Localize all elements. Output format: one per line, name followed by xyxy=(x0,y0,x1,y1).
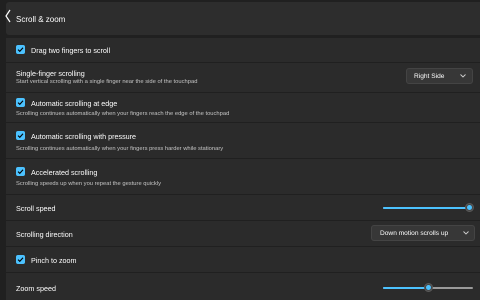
scroll-direction-label: Scrolling direction xyxy=(16,230,73,239)
single-finger-title: Single-finger scrolling xyxy=(16,69,85,78)
accelerated-row[interactable]: Accelerated scrolling Scrolling speeds u… xyxy=(6,159,480,194)
auto-pressure-checkbox[interactable] xyxy=(16,131,25,140)
scroll-direction-dropdown[interactable]: Down motion scrolls up xyxy=(371,225,475,241)
scroll-speed-slider-fill xyxy=(383,207,469,209)
zoom-speed-slider-thumb[interactable] xyxy=(423,283,433,292)
drag-two-fingers-row[interactable]: Drag two fingers to scroll xyxy=(6,38,480,62)
single-finger-row: Single-finger scrolling Start vertical s… xyxy=(6,63,480,92)
pinch-zoom-checkbox[interactable] xyxy=(16,255,25,264)
drag-two-fingers-label: Drag two fingers to scroll xyxy=(31,46,111,55)
chevron-back-icon[interactable] xyxy=(2,6,14,26)
scroll-direction-value: Down motion scrolls up xyxy=(380,229,449,237)
auto-edge-checkbox[interactable] xyxy=(16,98,25,107)
scroll-speed-label: Scroll speed xyxy=(16,204,56,213)
drag-two-fingers-checkbox[interactable] xyxy=(16,45,25,54)
scroll-speed-row: Scroll speed xyxy=(6,195,480,220)
zoom-speed-label: Zoom speed xyxy=(16,284,56,293)
auto-edge-row[interactable]: Automatic scrolling at edge Scrolling co… xyxy=(6,93,480,122)
scroll-speed-slider[interactable] xyxy=(383,207,469,209)
auto-edge-title: Automatic scrolling at edge xyxy=(31,99,118,108)
scroll-direction-row: Scrolling direction Down motion scrolls … xyxy=(6,221,480,246)
single-finger-dropdown[interactable]: Right Side xyxy=(406,68,473,84)
single-finger-description: Start vertical scrolling with a single f… xyxy=(16,79,198,85)
auto-pressure-description: Scrolling continues automatically when y… xyxy=(16,146,224,152)
accelerated-description: Scrolling speeds up when you repeat the … xyxy=(16,181,162,187)
pinch-zoom-label: Pinch to zoom xyxy=(31,256,77,265)
auto-pressure-title: Automatic scrolling with pressure xyxy=(31,132,137,141)
scroll-zoom-settings-page: Scroll & zoom Drag two fingers to scroll… xyxy=(0,0,480,300)
checkmark-icon xyxy=(17,47,24,53)
accelerated-title: Accelerated scrolling xyxy=(31,168,98,177)
chevron-down-icon xyxy=(460,74,466,78)
checkmark-icon xyxy=(17,257,24,263)
zoom-speed-slider-fill xyxy=(383,287,428,289)
page-title: Scroll & zoom xyxy=(16,15,66,24)
zoom-speed-row: Zoom speed xyxy=(6,273,480,300)
auto-pressure-row[interactable]: Automatic scrolling with pressure Scroll… xyxy=(6,123,480,158)
chevron-down-icon xyxy=(463,231,469,235)
scroll-speed-slider-thumb[interactable] xyxy=(464,203,474,212)
auto-edge-description: Scrolling continues automatically when y… xyxy=(16,111,230,117)
section-header[interactable]: Scroll & zoom xyxy=(5,2,480,35)
checkmark-icon xyxy=(17,169,24,175)
accelerated-checkbox[interactable] xyxy=(16,167,25,176)
checkmark-icon xyxy=(17,133,24,139)
checkmark-icon xyxy=(17,100,24,106)
single-finger-value: Right Side xyxy=(414,72,445,80)
pinch-zoom-row[interactable]: Pinch to zoom xyxy=(6,247,480,272)
